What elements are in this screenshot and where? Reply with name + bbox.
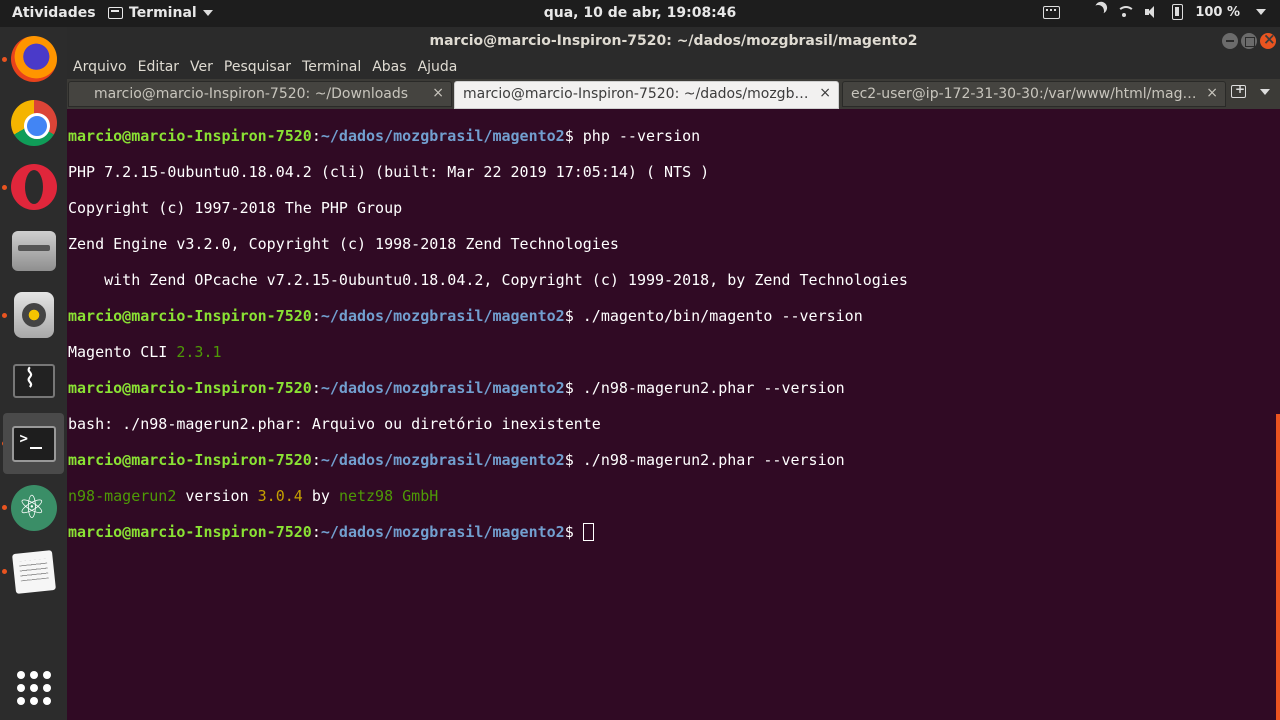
files-icon: [11, 230, 56, 271]
dock-files[interactable]: [3, 220, 64, 281]
terminal-line: with Zend OPcache v7.2.15-0ubuntu0.18.04…: [68, 271, 908, 289]
text-editor-icon: [11, 549, 56, 594]
dock-system-monitor[interactable]: [3, 350, 64, 411]
firefox-icon: [10, 35, 57, 82]
menu-arquivo[interactable]: Arquivo: [67, 57, 132, 79]
tab-label: marcio@marcio-Inspiron-7520: ~/Downloads: [93, 86, 409, 102]
minimize-button[interactable]: [1222, 33, 1238, 49]
tab-downloads[interactable]: marcio@marcio-Inspiron-7520: ~/Downloads…: [68, 81, 452, 107]
battery-percent: 100 %: [1195, 4, 1240, 20]
top-panel: Atividades Terminal qua, 10 de abr, 19:0…: [0, 0, 1280, 27]
terminal-line: marcio@marcio-Inspiron-7520:~/dados/mozg…: [68, 307, 863, 325]
close-button[interactable]: [1260, 30, 1276, 49]
terminal-line: bash: ./n98-magerun2.phar: Arquivo ou di…: [68, 415, 601, 433]
terminal-line: marcio@marcio-Inspiron-7520:~/dados/mozg…: [68, 451, 845, 469]
terminal-line: marcio@marcio-Inspiron-7520:~/dados/mozg…: [68, 379, 845, 397]
show-applications-button[interactable]: [3, 657, 64, 718]
dock-text-editor[interactable]: [3, 541, 64, 602]
terminal-line: Zend Engine v3.2.0, Copyright (c) 1998-2…: [68, 235, 619, 253]
tab-magento2[interactable]: marcio@marcio-Inspiron-7520: ~/dados/moz…: [454, 81, 839, 109]
menu-terminal[interactable]: Terminal: [296, 57, 366, 79]
terminal-icon: [11, 425, 56, 462]
dock-opera[interactable]: [3, 156, 64, 217]
menu-editar[interactable]: Editar: [132, 57, 184, 79]
terminal-line: Copyright (c) 1997-2018 The PHP Group: [68, 199, 403, 217]
system-tray[interactable]: 100 %: [1043, 4, 1266, 20]
volume-icon[interactable]: [1144, 4, 1160, 20]
scrollbar[interactable]: [1276, 414, 1280, 720]
dock-rhythmbox[interactable]: [3, 284, 64, 345]
dock-terminal[interactable]: [3, 413, 64, 474]
window-title: marcio@marcio-Inspiron-7520: ~/dados/moz…: [429, 33, 918, 49]
new-tab-icon[interactable]: [1231, 82, 1246, 98]
wifi-icon[interactable]: [1116, 4, 1136, 20]
menu-pesquisar[interactable]: Pesquisar: [218, 57, 296, 79]
dock-atom[interactable]: [3, 477, 64, 538]
terminal-line: PHP 7.2.15-0ubuntu0.18.04.2 (cli) (built…: [68, 163, 710, 181]
app-menu-terminal[interactable]: Terminal: [108, 5, 213, 21]
tab-label: marcio@marcio-Inspiron-7520: ~/dados/moz…: [463, 86, 812, 102]
rhythmbox-icon: [13, 291, 54, 338]
menubar: Arquivo Editar Ver Pesquisar Terminal Ab…: [67, 57, 1280, 79]
menu-ajuda[interactable]: Ajuda: [412, 57, 463, 79]
keyboard-icon[interactable]: [1043, 5, 1061, 19]
terminal-output[interactable]: marcio@marcio-Inspiron-7520:~/dados/mozg…: [67, 109, 1276, 720]
clock[interactable]: qua, 10 de abr, 19:08:46: [544, 5, 737, 21]
terminal-line: n98-magerun2 version 3.0.4 by netz98 Gmb…: [68, 487, 439, 505]
app-grid-icon: [16, 670, 51, 705]
terminal-prompt-line[interactable]: marcio@marcio-Inspiron-7520:~/dados/mozg…: [68, 523, 1276, 541]
terminal-line: marcio@marcio-Inspiron-7520:~/dados/mozg…: [68, 127, 701, 145]
app-menu-label: Terminal: [129, 5, 197, 21]
menu-ver[interactable]: Ver: [184, 57, 218, 79]
window-titlebar[interactable]: marcio@marcio-Inspiron-7520: ~/dados/moz…: [67, 27, 1280, 57]
dock: [0, 27, 67, 720]
chrome-icon: [10, 99, 57, 146]
system-menu-chevron-icon[interactable]: [1256, 9, 1266, 15]
menu-abas[interactable]: Abas: [366, 57, 411, 79]
tab-close-icon[interactable]: ×: [1206, 85, 1218, 101]
tab-close-icon[interactable]: ×: [819, 85, 831, 101]
system-monitor-icon: [12, 363, 55, 398]
tab-close-icon[interactable]: ×: [432, 85, 444, 101]
night-light-icon[interactable]: [1091, 3, 1106, 18]
tab-menu-chevron-icon[interactable]: [1260, 88, 1270, 95]
terminal-cursor: [582, 523, 594, 541]
tab-label: ec2-user@ip-172-31-30-30:/var/www/html/m…: [851, 86, 1199, 102]
maximize-button[interactable]: [1241, 33, 1257, 49]
tab-ec2-user[interactable]: ec2-user@ip-172-31-30-30:/var/www/html/m…: [842, 81, 1226, 107]
dock-chrome[interactable]: [3, 92, 64, 153]
terminal-app-icon: [108, 7, 123, 19]
atom-icon: [10, 484, 57, 531]
terminal-line: Magento CLI 2.3.1: [68, 343, 222, 361]
opera-icon: [10, 163, 57, 210]
dock-firefox[interactable]: [3, 28, 64, 89]
chevron-down-icon: [202, 10, 213, 16]
tab-bar: marcio@marcio-Inspiron-7520: ~/Downloads…: [67, 79, 1280, 109]
activities-button[interactable]: Atividades: [12, 5, 96, 21]
battery-icon[interactable]: [1172, 4, 1184, 20]
